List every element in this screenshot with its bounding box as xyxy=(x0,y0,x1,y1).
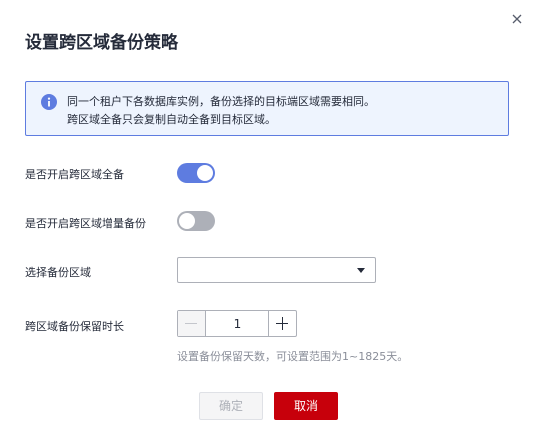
backup-region-label: 选择备份区域 xyxy=(25,266,91,279)
info-icon xyxy=(41,94,57,110)
incremental-backup-label: 是否开启跨区域增量备份 xyxy=(25,217,146,230)
caret-down-icon xyxy=(357,268,365,273)
confirm-button[interactable]: 确定 xyxy=(199,392,263,420)
retention-label: 跨区域备份保留时长 xyxy=(25,320,124,333)
info-notice: 同一个租户下各数据库实例，备份选择的目标端区域需要相同。 跨区域全备只会复制自动… xyxy=(25,81,509,136)
cancel-button[interactable]: 取消 xyxy=(274,392,338,420)
notice-line-1: 同一个租户下各数据库实例，备份选择的目标端区域需要相同。 xyxy=(67,95,375,108)
cross-region-backup-dialog: 设置跨区域备份策略 同一个租户下各数据库实例，备份选择的目标端区域需要相同。 跨… xyxy=(0,0,539,443)
dialog-title: 设置跨区域备份策略 xyxy=(25,33,178,53)
incremental-backup-toggle[interactable] xyxy=(177,211,215,231)
retention-stepper xyxy=(177,310,297,337)
retention-hint: 设置备份保留天数，可设置范围为1~1825天。 xyxy=(177,350,409,363)
backup-region-select[interactable] xyxy=(177,257,376,283)
close-icon[interactable] xyxy=(509,11,525,27)
full-backup-toggle[interactable] xyxy=(177,163,215,183)
increment-button[interactable] xyxy=(268,311,296,336)
notice-line-2: 跨区域全备只会复制自动全备到目标区域。 xyxy=(67,113,276,126)
retention-days-input[interactable] xyxy=(206,311,269,336)
decrement-button[interactable] xyxy=(178,311,206,336)
toggle-knob xyxy=(197,165,213,181)
full-backup-label: 是否开启跨区域全备 xyxy=(25,168,124,181)
toggle-knob xyxy=(179,213,195,229)
